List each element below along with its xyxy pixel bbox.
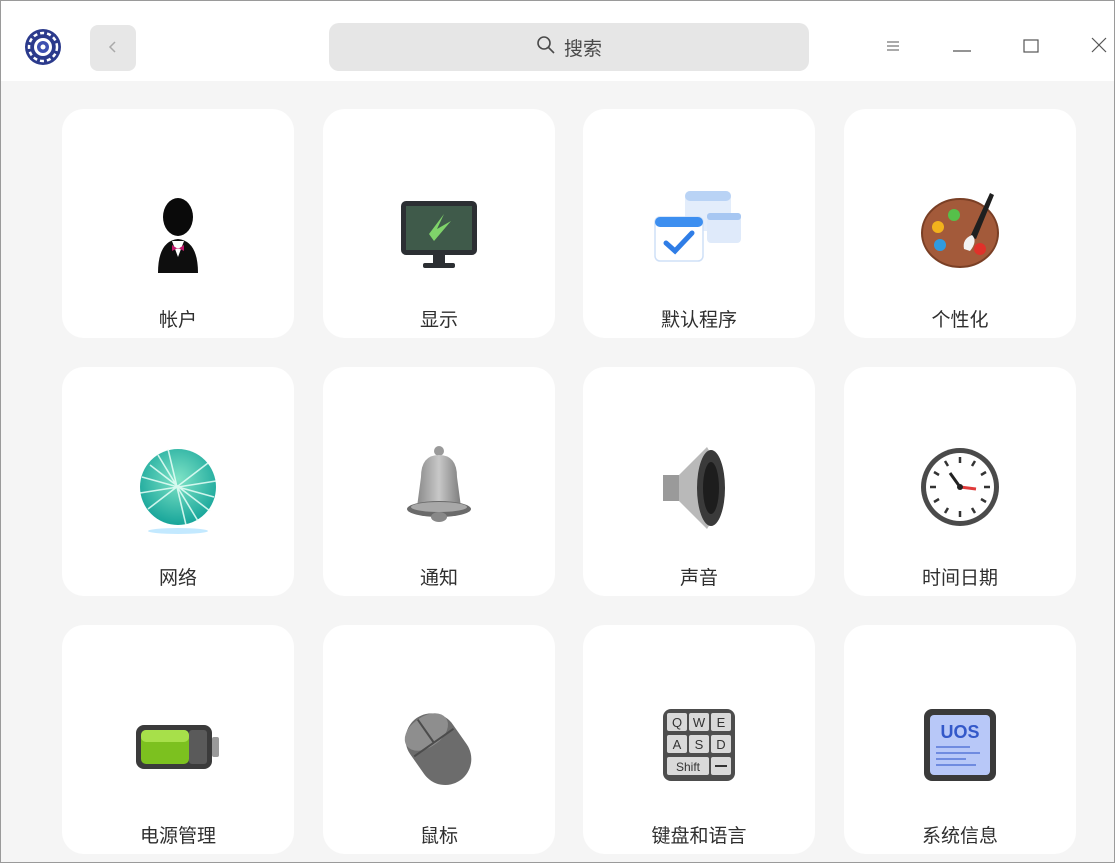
svg-text:Shift: Shift <box>676 760 701 774</box>
control-center-window: 搜索 帐户 显示 默认程序 个性化 网络 通知 声音 时间日期 电源管理 鼠标 … <box>0 0 1115 863</box>
module-label: 个性化 <box>931 309 989 331</box>
module-label: 帐户 <box>158 309 197 331</box>
minimize-icon <box>953 38 971 57</box>
module-label: 时间日期 <box>921 567 998 589</box>
svg-text:UOS: UOS <box>940 722 979 742</box>
close-button[interactable] <box>1081 29 1114 65</box>
battery-icon <box>128 695 228 795</box>
back-button[interactable] <box>90 25 136 71</box>
svg-text:D: D <box>716 737 725 752</box>
keyboard-icon: Q W E A S D Shift <box>649 695 749 795</box>
network-globe-icon <box>128 437 228 537</box>
module-card-accounts[interactable]: 帐户 <box>62 109 294 338</box>
module-card-default-apps[interactable]: 默认程序 <box>583 109 815 338</box>
mouse-icon <box>389 695 489 795</box>
user-account-icon <box>128 179 228 279</box>
titlebar: 搜索 <box>1 1 1114 81</box>
svg-text:Q: Q <box>672 715 682 730</box>
module-label: 鼠标 <box>419 825 458 847</box>
module-label: 显示 <box>419 309 458 331</box>
close-icon <box>1091 37 1107 57</box>
system-info-icon: UOS <box>910 695 1010 795</box>
maximize-button[interactable] <box>1013 29 1049 65</box>
svg-text:S: S <box>695 737 704 752</box>
maximize-icon <box>1023 38 1039 57</box>
chevron-left-icon <box>107 39 119 58</box>
module-label: 系统信息 <box>921 825 998 847</box>
module-grid: 帐户 显示 默认程序 个性化 网络 通知 声音 时间日期 电源管理 鼠标 Q W… <box>1 81 1114 862</box>
minimize-button[interactable] <box>944 29 980 65</box>
module-label: 电源管理 <box>139 825 216 847</box>
module-card-network[interactable]: 网络 <box>62 367 294 596</box>
monitor-icon <box>389 179 489 279</box>
palette-icon <box>910 179 1010 279</box>
speaker-icon <box>649 437 749 537</box>
module-card-system-info[interactable]: UOS 系统信息 <box>844 625 1076 854</box>
search-icon <box>536 35 556 59</box>
module-label: 默认程序 <box>660 309 737 331</box>
module-card-personalization[interactable]: 个性化 <box>844 109 1076 338</box>
module-card-keyboard[interactable]: Q W E A S D Shift 键盘和语言 <box>583 625 815 854</box>
svg-text:W: W <box>693 715 706 730</box>
module-label: 键盘和语言 <box>651 825 747 847</box>
search-placeholder: 搜索 <box>563 37 602 60</box>
search-input[interactable]: 搜索 <box>329 23 809 71</box>
module-card-display[interactable]: 显示 <box>323 109 555 338</box>
svg-text:E: E <box>717 715 726 730</box>
module-card-mouse[interactable]: 鼠标 <box>323 625 555 854</box>
module-label: 通知 <box>419 567 458 589</box>
module-card-datetime[interactable]: 时间日期 <box>844 367 1076 596</box>
module-card-sound[interactable]: 声音 <box>583 367 815 596</box>
module-card-notification[interactable]: 通知 <box>323 367 555 596</box>
default-apps-icon <box>649 179 749 279</box>
control-center-logo-icon <box>24 28 62 66</box>
hamburger-menu-icon <box>886 38 900 57</box>
clock-icon <box>910 437 1010 537</box>
module-label: 声音 <box>679 567 718 589</box>
svg-text:A: A <box>673 737 682 752</box>
main-menu-button[interactable] <box>875 29 911 65</box>
module-label: 网络 <box>158 567 197 589</box>
module-card-power[interactable]: 电源管理 <box>62 625 294 854</box>
bell-icon <box>389 437 489 537</box>
